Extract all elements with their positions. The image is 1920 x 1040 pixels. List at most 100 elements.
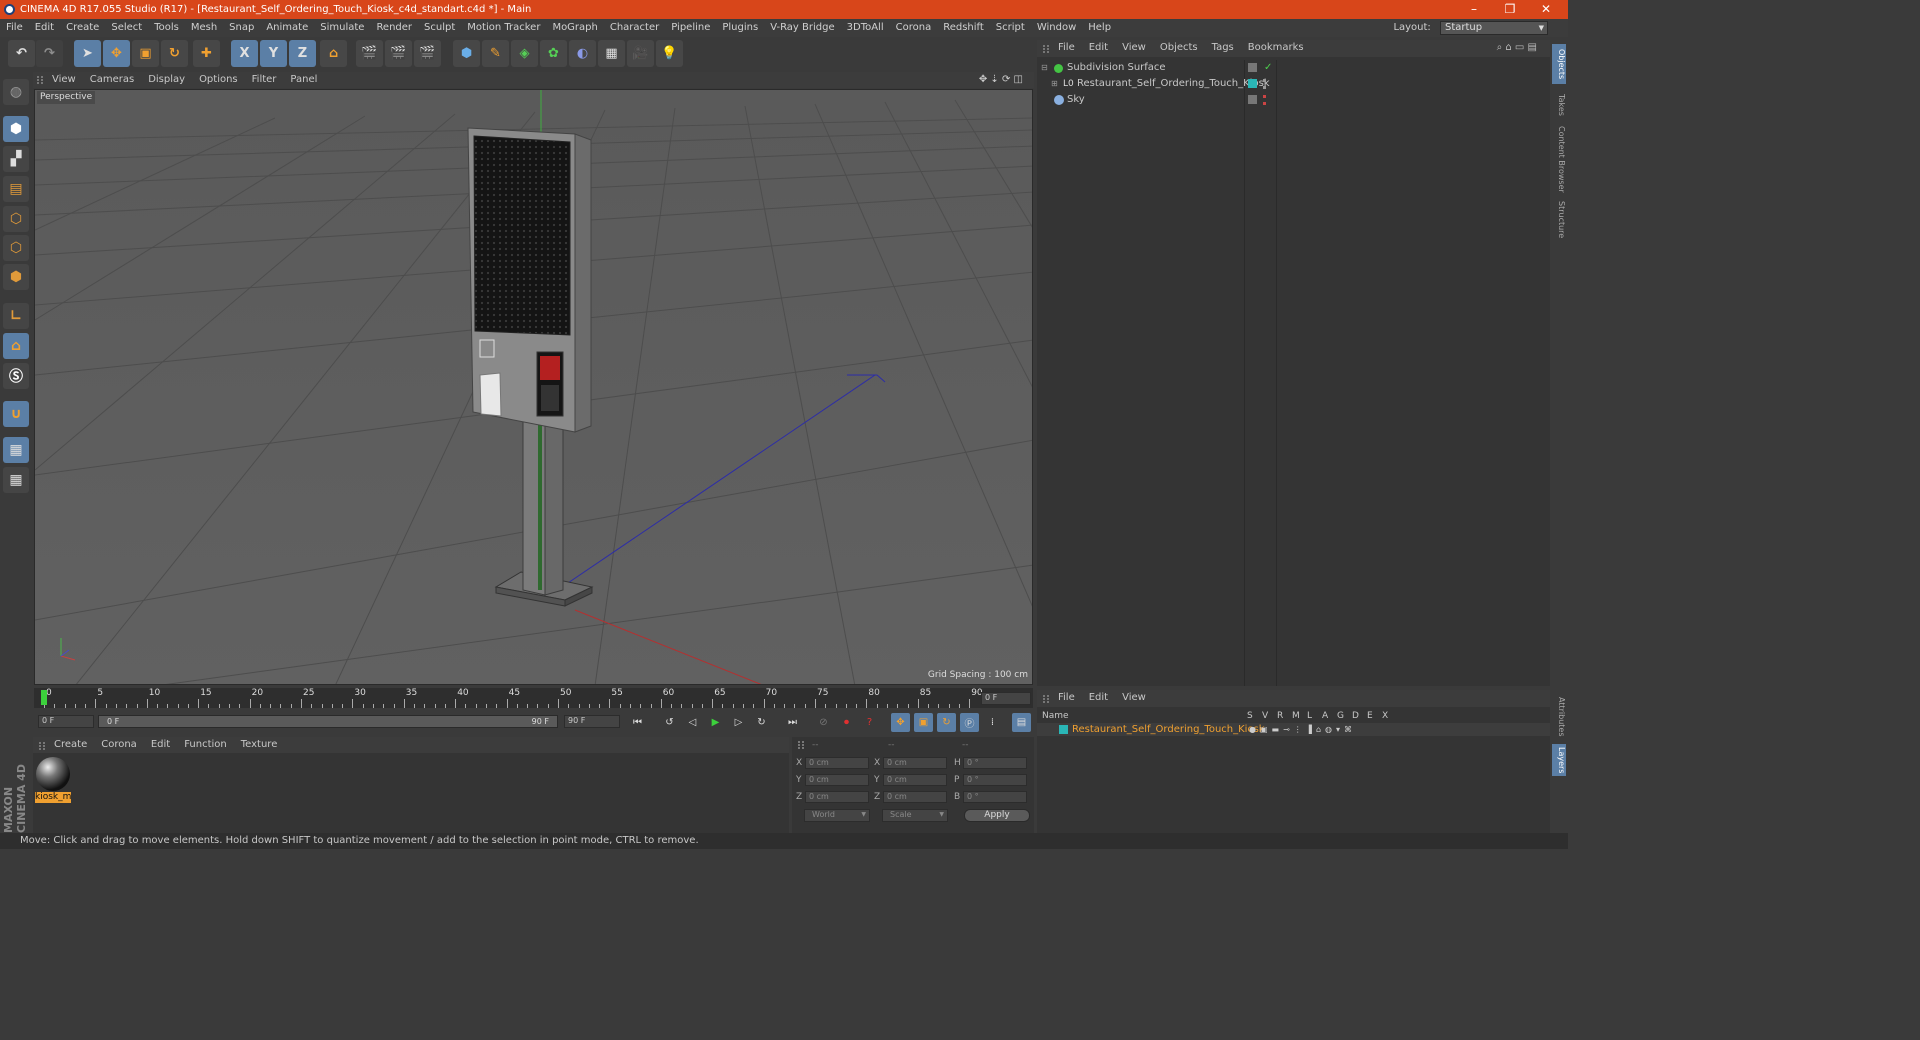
perspective-viewport[interactable]: Perspective Grid Spacing : 100 cm [34, 89, 1033, 685]
mm-menu-edit[interactable]: Edit [144, 737, 177, 753]
tab-attributes[interactable]: Attributes [1552, 694, 1566, 740]
model-mode-button[interactable]: ⬢ [3, 116, 29, 142]
om-menu-file[interactable]: File [1051, 40, 1082, 56]
key-position-button[interactable]: ✥ [891, 713, 910, 732]
object-row-sky[interactable]: Sky [1037, 92, 1550, 108]
tab-layers[interactable]: Layers [1552, 744, 1566, 776]
close-button[interactable]: ✕ [1528, 0, 1564, 19]
column-d[interactable]: D [1352, 710, 1359, 722]
coord-value-field[interactable]: 0 ° [963, 791, 1027, 803]
coord-value-field[interactable]: 0 ° [963, 774, 1027, 786]
layout-dropdown[interactable]: Startup ▼ [1440, 21, 1548, 35]
lm-menu-edit[interactable]: Edit [1082, 690, 1115, 706]
column-e[interactable]: E [1367, 710, 1373, 722]
column-m[interactable]: M [1292, 710, 1300, 722]
viewport-menu-panel[interactable]: Panel [283, 72, 324, 88]
viewport-nav-icons[interactable]: ✥ ⇣ ⟳ ◫ [972, 72, 1030, 88]
viewport-menu-display[interactable]: Display [141, 72, 192, 88]
om-menu-tags[interactable]: Tags [1205, 40, 1241, 56]
redo-button[interactable]: ↷ [36, 40, 63, 67]
texture-mode-button[interactable]: ▞ [3, 146, 29, 172]
object-row-subdivision[interactable]: ⊟ Subdivision Surface ✓ [1037, 60, 1550, 76]
previous-key-button[interactable]: ↺ [660, 713, 679, 732]
menu-select[interactable]: Select [105, 19, 148, 37]
previous-frame-button[interactable]: ◁ [683, 713, 702, 732]
render-settings-button[interactable]: 🎬 [414, 40, 441, 67]
menu-plugins[interactable]: Plugins [716, 19, 764, 37]
goto-end-button[interactable]: ⏭ [783, 713, 802, 732]
menu-create[interactable]: Create [60, 19, 105, 37]
axis-mode-button[interactable]: ∟ [3, 303, 29, 329]
mm-menu-function[interactable]: Function [177, 737, 234, 753]
minimize-button[interactable]: – [1456, 0, 1492, 19]
timeline-ruler[interactable]: 0 5 10 15 20 25 30 35 40 45 50 55 60 65 70 75 80 85 90 0 F [34, 688, 1033, 708]
key-pla-button[interactable]: ⁞ [983, 713, 1002, 732]
floor-button[interactable]: ▦ [598, 40, 625, 67]
light-button[interactable]: 💡 [656, 40, 683, 67]
collapse-icon[interactable]: ⊟ [1041, 60, 1048, 76]
column-v[interactable]: V [1262, 710, 1268, 722]
playhead[interactable] [41, 690, 47, 705]
key-parameter-button[interactable]: Ⓟ [960, 713, 979, 732]
om-toolbar-icons[interactable]: ⌕ ⌂ ▭ ▤ [1490, 40, 1544, 56]
coord-value-field[interactable]: 0 cm [805, 774, 869, 786]
coord-value-field[interactable]: 0 cm [883, 791, 947, 803]
deformer-button[interactable]: ◐ [569, 40, 596, 67]
object-row-kiosk[interactable]: ⊞ L0 Restaurant_Self_Ordering_Touch_Kios… [1037, 76, 1550, 92]
key-rotation-button[interactable]: ↻ [937, 713, 956, 732]
column-l[interactable]: L [1307, 710, 1312, 722]
coord-value-field[interactable]: 0 cm [805, 757, 869, 769]
apply-button[interactable]: Apply [964, 809, 1030, 822]
workplane-lock-button[interactable]: ▦ [3, 437, 29, 463]
menu-sculpt[interactable]: Sculpt [418, 19, 461, 37]
edges-mode-button[interactable]: ⬡ [3, 235, 29, 261]
move-tool-button[interactable]: ✥ [103, 40, 130, 67]
keyframe-selection-button[interactable]: ⊘ [814, 713, 833, 732]
viewport-menu-filter[interactable]: Filter [245, 72, 284, 88]
coord-space-dropdown[interactable]: World ▼ [804, 809, 870, 822]
column-g[interactable]: G [1337, 710, 1344, 722]
tab-takes[interactable]: Takes [1552, 90, 1566, 120]
coord-value-field[interactable]: 0 cm [805, 791, 869, 803]
cloner-button[interactable]: ✿ [540, 40, 567, 67]
om-menu-bookmarks[interactable]: Bookmarks [1241, 40, 1311, 56]
mm-menu-create[interactable]: Create [47, 737, 94, 753]
coord-value-field[interactable]: 0 ° [963, 757, 1027, 769]
material-name[interactable]: kiosk_m [35, 792, 71, 803]
render-picture-viewer-button[interactable]: 🎬 [385, 40, 412, 67]
menu-mograph[interactable]: MoGraph [546, 19, 603, 37]
viewport-menu-cameras[interactable]: Cameras [83, 72, 141, 88]
camera-button[interactable]: 🎥 [627, 40, 654, 67]
current-frame-field[interactable]: 0 F [981, 692, 1031, 705]
object-name[interactable]: Subdivision Surface [1067, 60, 1166, 76]
object-name[interactable]: Restaurant_Self_Ordering_Touch_Kiosk [1077, 76, 1270, 92]
undo-button[interactable]: ↶ [8, 40, 35, 67]
menu-edit[interactable]: Edit [29, 19, 60, 37]
polygons-mode-button[interactable]: ⬢ [3, 264, 29, 290]
column-x[interactable]: X [1382, 710, 1388, 722]
layer-color-tag-icon[interactable] [1248, 79, 1257, 88]
magnet-button[interactable]: ∪ [3, 401, 29, 427]
viewport-scene[interactable] [35, 90, 1033, 685]
menu-file[interactable]: File [0, 19, 29, 37]
key-scale-button[interactable]: ▣ [914, 713, 933, 732]
menu-animate[interactable]: Animate [260, 19, 314, 37]
next-frame-button[interactable]: ▷ [729, 713, 748, 732]
menu-corona[interactable]: Corona [890, 19, 938, 37]
layer-color-icon[interactable] [1059, 725, 1068, 734]
planar-workplane-button[interactable]: ▦ [3, 467, 29, 493]
record-button[interactable]: ⏺ [837, 713, 856, 732]
tab-structure[interactable]: Structure [1552, 198, 1566, 242]
start-frame-field[interactable]: 0 F [38, 715, 94, 728]
autokey-button[interactable]: ? [860, 713, 879, 732]
rotate-tool-button[interactable]: ↻ [161, 40, 188, 67]
visibility-toggle-icon[interactable] [1248, 95, 1257, 104]
menu-pipeline[interactable]: Pipeline [665, 19, 716, 37]
menu-snap[interactable]: Snap [223, 19, 260, 37]
expand-icon[interactable]: ⊞ [1051, 76, 1058, 92]
object-name[interactable]: Sky [1067, 92, 1085, 108]
column-name[interactable]: Name [1042, 710, 1069, 722]
layer-row[interactable]: Restaurant_Self_Ordering_Touch_Kiosk ●▣▬… [1037, 723, 1550, 736]
render-view-button[interactable]: 🎬 [356, 40, 383, 67]
tab-content-browser[interactable]: Content Browser [1552, 124, 1566, 194]
